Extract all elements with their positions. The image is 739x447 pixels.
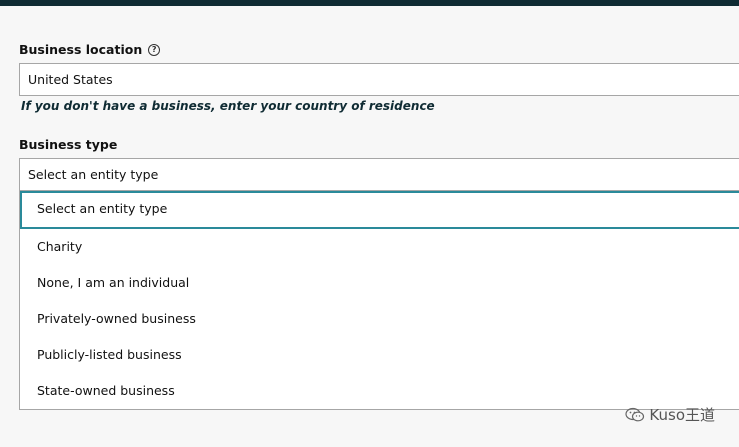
option-select-entity-type[interactable]: Select an entity type: [20, 191, 739, 229]
watermark-text: Kuso王道: [649, 406, 715, 424]
business-type-label: Business type: [19, 137, 117, 152]
business-type-label-text: Business type: [19, 137, 118, 152]
watermark: Kuso王道: [625, 404, 715, 425]
option-individual[interactable]: None, I am an individual: [20, 265, 739, 301]
business-location-label: Business location ?: [19, 42, 161, 57]
option-charity[interactable]: Charity: [20, 229, 739, 265]
top-bar: [0, 0, 739, 6]
business-type-select[interactable]: Select an entity type: [19, 158, 739, 191]
business-type-dropdown: Select an entity type Charity None, I am…: [19, 191, 739, 410]
business-location-hint: If you don't have a business, enter your…: [21, 99, 435, 113]
option-publicly-listed[interactable]: Publicly-listed business: [20, 337, 739, 373]
business-location-select[interactable]: United States: [19, 63, 739, 96]
business-location-value: United States: [28, 72, 113, 87]
wechat-icon: [625, 407, 645, 421]
business-type-value: Select an entity type: [28, 167, 159, 182]
business-location-label-text: Business location: [19, 42, 143, 57]
option-privately-owned[interactable]: Privately-owned business: [20, 301, 739, 337]
help-icon[interactable]: ?: [148, 43, 161, 56]
